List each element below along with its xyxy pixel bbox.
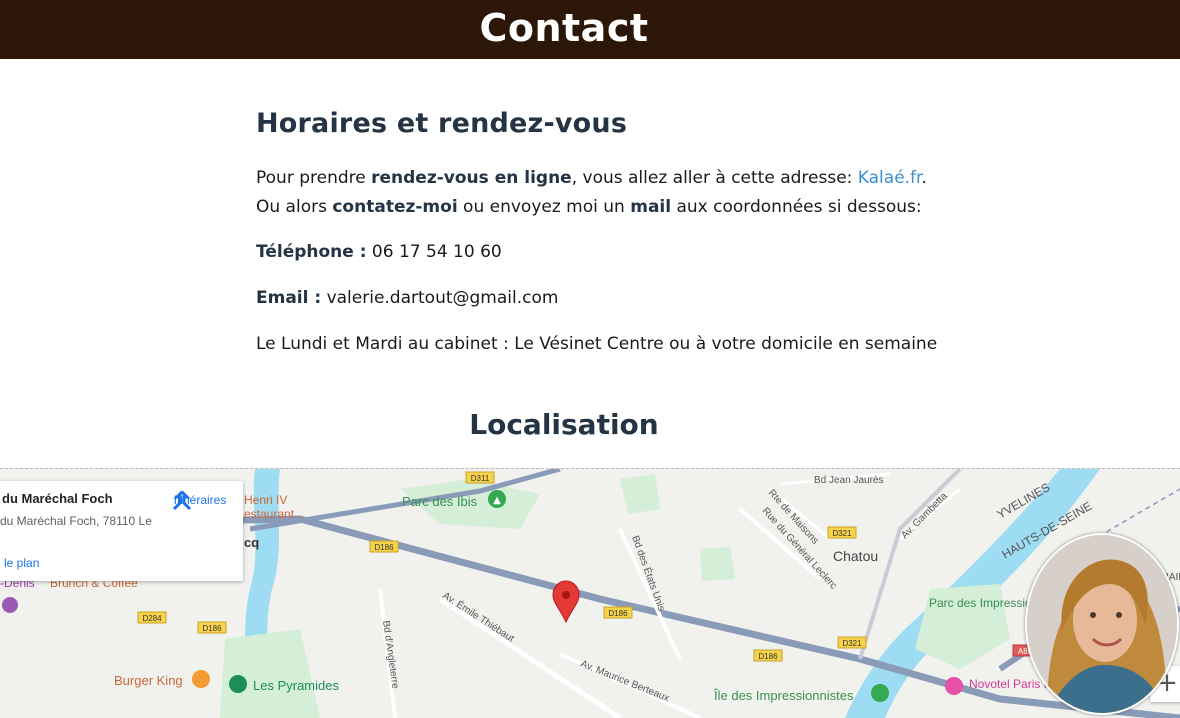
place-name: du Maréchal Foch xyxy=(2,491,113,506)
hotel-marker-icon xyxy=(945,677,963,695)
svg-text:▲: ▲ xyxy=(493,495,501,506)
svg-text:D321: D321 xyxy=(832,529,852,538)
d321-shield: D321 xyxy=(827,526,857,539)
d311-shield: D311 xyxy=(465,471,495,484)
map-label-pyramides: Les Pyramides xyxy=(253,678,339,693)
park-sw xyxy=(220,629,320,718)
booking-text-part: , vous allez aller à cette adresse: xyxy=(571,168,858,188)
phone-label: Téléphone : xyxy=(256,242,367,262)
directions-button[interactable]: Itinéraires xyxy=(170,491,230,511)
park-small-2 xyxy=(700,547,735,581)
park-small-1 xyxy=(620,474,660,514)
contact-bold: contatez-moi xyxy=(332,197,458,217)
hours-title: Horaires et rendez-vous xyxy=(256,108,628,139)
restaurant-marker-icon xyxy=(192,670,210,688)
directions-icon xyxy=(172,491,192,511)
svg-text:D186: D186 xyxy=(374,543,394,552)
email-label: Email : xyxy=(256,288,322,308)
location-pin-icon[interactable] xyxy=(552,580,580,624)
portrait-image xyxy=(1027,535,1177,713)
contact-text-part: aux coordonnées si dessous: xyxy=(671,197,922,217)
map-label-cq: cq xyxy=(244,535,259,550)
email-line: Email : valerie.dartout@gmail.com xyxy=(256,284,558,313)
island-park-marker-icon xyxy=(871,684,889,702)
profile-photo xyxy=(1025,533,1179,715)
map-label-angleterre: Bd d'Angleterre xyxy=(380,620,401,690)
kalae-link[interactable]: Kalaé.fr xyxy=(858,168,922,188)
d186-shield: D186 xyxy=(753,649,783,662)
place-address: du Maréchal Foch, 78110 Le xyxy=(0,514,152,528)
booking-text-part: . xyxy=(921,168,927,188)
larger-map-link[interactable]: le plan xyxy=(4,556,39,570)
pyramides-marker-icon xyxy=(229,675,247,693)
museum-marker-icon xyxy=(2,597,18,613)
phone-value: 06 17 54 10 60 xyxy=(366,242,502,262)
svg-text:D186: D186 xyxy=(608,609,628,618)
hours-section: Horaires et rendez-vous Pour prendre ren… xyxy=(256,108,956,354)
map-label-restaurant: estaurant... xyxy=(244,507,304,521)
contact-text-part: Ou alors xyxy=(256,197,333,217)
booking-text-part: Pour prendre xyxy=(256,168,372,188)
svg-text:D284: D284 xyxy=(142,614,162,623)
page-header: Contact xyxy=(0,0,1180,59)
map-label-chatou: Chatou xyxy=(833,548,878,564)
svg-text:D311: D311 xyxy=(471,474,490,483)
booking-text: Pour prendre rendez-vous en ligne, vous … xyxy=(256,164,927,222)
svg-text:D321: D321 xyxy=(842,639,862,648)
map-label-gambetta: Av. Gambetta xyxy=(899,490,950,541)
d284-shield: D284 xyxy=(137,611,167,624)
contact-text-part: ou envoyez moi un xyxy=(457,197,631,217)
d186-shield: D186 xyxy=(197,621,227,634)
map-label-parc-ibis: Parc des Ibis xyxy=(402,494,478,509)
d186-shield: D186 xyxy=(603,606,633,619)
embedded-map[interactable]: D311 D186 D186 D186 D186 D284 D321 D321 … xyxy=(0,468,1180,718)
map-label-emile: Av. Émile Thiébaut xyxy=(440,589,517,645)
d321-shield: D321 xyxy=(837,636,867,649)
map-label-henri-iv: Henri IV xyxy=(244,493,287,507)
phone-line: Téléphone : 06 17 54 10 60 xyxy=(256,238,502,267)
booking-bold: rendez-vous en ligne xyxy=(371,168,572,188)
schedule-text: Le Lundi et Mardi au cabinet : Le Vésine… xyxy=(256,334,938,354)
map-label-ile-impressionnistes: Île des Impressionnistes xyxy=(713,688,854,703)
map-info-card: du Maréchal Foch du Maréchal Foch, 78110… xyxy=(0,481,243,581)
location-title: Localisation xyxy=(469,408,659,441)
email-value: valerie.dartout@gmail.com xyxy=(321,288,559,308)
mail-bold: mail xyxy=(630,197,672,217)
map-label-burger-king: Burger King xyxy=(114,673,183,688)
map-label-etats-unis: Bd des États Unis xyxy=(629,534,668,613)
page-title: Contact xyxy=(479,6,649,50)
svg-text:D186: D186 xyxy=(202,624,222,633)
road-emile xyxy=(438,596,622,718)
d186-shield: D186 xyxy=(369,540,399,553)
svg-text:D186: D186 xyxy=(758,652,778,661)
map-label-jean-jaures: Bd Jean Jaurès xyxy=(814,475,884,486)
